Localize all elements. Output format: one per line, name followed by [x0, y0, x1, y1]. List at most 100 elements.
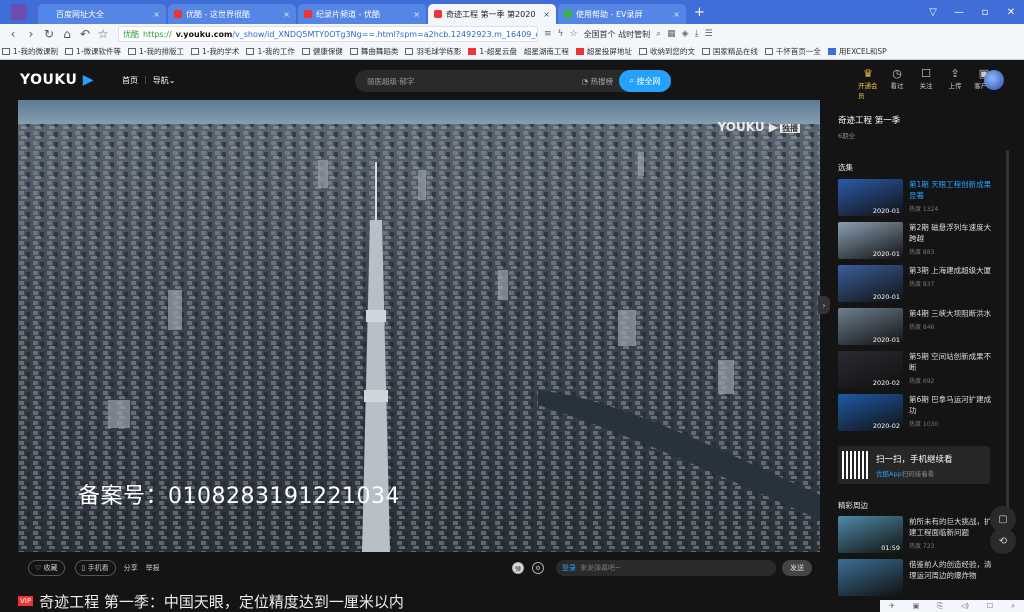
close-tab-icon[interactable]: ×	[413, 10, 420, 19]
bookmark-item[interactable]: 1-我的工作	[246, 46, 295, 57]
nav-separator: |	[144, 74, 147, 84]
danmu-toggle-icon[interactable]: 弹	[512, 562, 524, 574]
window-icon[interactable]: ☐	[987, 602, 993, 610]
refresh-float-button[interactable]: ⟲	[990, 528, 1016, 554]
danmu-send-button[interactable]: 发送	[782, 560, 812, 576]
danmu-input[interactable]: 登录 来发弹幕吧~	[556, 560, 776, 576]
favorite-icon[interactable]: ☆	[569, 29, 577, 39]
show-title[interactable]: 奇迹工程 第一季	[838, 114, 1006, 126]
episode-item[interactable]: 2020-01 第3期 上海建成超级大厦 热度 837	[838, 265, 1006, 302]
search-input[interactable]: 丽医超级·郁字	[367, 76, 414, 87]
episode-thumbnail	[838, 559, 903, 596]
screenshot-icon[interactable]: ▣	[913, 602, 920, 610]
episode-item[interactable]: 2020-02 第5期 空间站创新成果不断 热度 692	[838, 351, 1006, 388]
browser-profile-button[interactable]	[0, 0, 38, 24]
folder-icon	[2, 48, 10, 55]
bookmark-item[interactable]: 收纳到您的文	[638, 46, 695, 57]
upload-button[interactable]: ⇪ 上传	[945, 67, 965, 100]
clip-icon[interactable]: ⎘	[937, 602, 943, 611]
bookmark-item[interactable]: 1-微课软件等	[64, 46, 121, 57]
menu-icon[interactable]: ☰	[705, 29, 713, 39]
star-icon[interactable]: ☆	[94, 27, 112, 41]
youku-logo[interactable]: YOUKU ▶	[20, 72, 94, 88]
tab-ev-help[interactable]: 使用帮助 - EV录屏 ×	[558, 4, 686, 24]
vip-button[interactable]: ♛ 开通会员	[858, 67, 878, 100]
episode-item[interactable]: 2020-02 第6期 巴拿马运河扩建成功 热度 1030	[838, 394, 1006, 431]
new-tab-button[interactable]: +	[688, 4, 711, 24]
undo-icon[interactable]: ↶	[76, 27, 94, 41]
episode-date: 2020-01	[872, 207, 900, 215]
close-tab-icon[interactable]: ×	[673, 10, 680, 19]
nav-menu[interactable]: 导航⌄	[153, 75, 176, 86]
episode-item[interactable]: 借鉴前人的创造经验，清理运河周边的爆炸物	[838, 559, 1006, 596]
bookmark-item[interactable]: 千怀首页一全	[764, 46, 821, 57]
back-icon[interactable]: ‹	[4, 27, 22, 41]
forward-icon[interactable]: ›	[22, 27, 40, 41]
episode-name: 第3期 上海建成超级大厦	[909, 266, 992, 275]
close-window-button[interactable]: ✕	[998, 7, 1024, 18]
download-icon[interactable]: ⤓	[695, 29, 699, 39]
episode-item[interactable]: 01:59 前所未有的巨大挑战，扩建工程面临新问题 热度 723	[838, 516, 1006, 553]
hot-search-link[interactable]: ◔ 热搜榜	[582, 76, 613, 87]
episode-info: 第6期 巴拿马运河扩建成功 热度 1030	[909, 394, 995, 431]
qr-title: 扫一扫，手机继续看	[876, 454, 953, 465]
user-avatar[interactable]	[984, 70, 1004, 90]
close-tab-icon[interactable]: ×	[543, 10, 550, 19]
bookmark-item[interactable]: 健康保健	[301, 46, 343, 57]
home-icon[interactable]: ⌂	[58, 27, 76, 41]
danmu-login-link[interactable]: 登录	[562, 563, 576, 573]
collect-button[interactable]: ♡ 收藏	[28, 560, 65, 576]
episode-item[interactable]: 2020-01 第1期 天眼工程创新成果显著 热度 1324	[838, 179, 1006, 216]
bookmark-item[interactable]: 用EXCEL和SP	[827, 46, 887, 57]
collapse-sidebar-arrow[interactable]: ›	[818, 296, 830, 314]
close-tab-icon[interactable]: ×	[153, 10, 160, 19]
speed-icon[interactable]: ✈	[889, 602, 895, 610]
bookmark-item[interactable]: 超星投屏地址	[575, 46, 632, 57]
close-tab-icon[interactable]: ×	[283, 10, 290, 19]
search-icon[interactable]: ⌕	[656, 29, 661, 39]
bookmark-item[interactable]: 1-我的排版工	[127, 46, 184, 57]
bookmark-item[interactable]: 1-我的学术	[190, 46, 239, 57]
apps-icon[interactable]: ▦	[667, 29, 676, 39]
browser-tab-bar: 百度网址大全 × 优酷 - 这世界很酷 × 纪录片频道 - 优酷 × 奇迹工程 第一季…	[0, 0, 1024, 24]
tab-documentary[interactable]: 纪录片频道 - 优酷 ×	[298, 4, 426, 24]
bookmark-item[interactable]: 舞曲舞蹈类	[349, 46, 398, 57]
refresh-icon[interactable]: ↻	[40, 27, 58, 41]
tab-baidu[interactable]: 百度网址大全 ×	[38, 4, 166, 24]
skin-icon[interactable]: ▽	[920, 7, 946, 18]
bookmark-item[interactable]: 1-我的微课制	[2, 46, 58, 57]
search-engine-box[interactable]: 全国首个 战时管制	[584, 29, 651, 40]
cast-icon	[575, 48, 584, 55]
danmu-settings-icon[interactable]: ⚙	[532, 562, 544, 574]
bookmark-item[interactable]: 1-超星云盘	[468, 46, 517, 57]
bookmark-item[interactable]: 羽毛球学练影	[405, 46, 461, 57]
report-link[interactable]: 举报	[146, 563, 160, 573]
share-link[interactable]: 分享	[124, 563, 138, 573]
extension-icon[interactable]: ◈	[682, 29, 689, 39]
search-button[interactable]: ⌕ 搜全网	[619, 70, 671, 92]
episode-name: 第5期 空间站创新成果不断	[909, 352, 992, 372]
episode-info: 第4期 三峡大坝阻断洪水 热度 846	[909, 308, 995, 345]
maximize-button[interactable]: ▫	[972, 7, 998, 18]
flash-icon[interactable]: ϟ	[558, 29, 564, 39]
address-bar[interactable]: 优酷 https:// v.youku.com /v_show/id_XNDQ5…	[118, 26, 538, 42]
episode-heat: 热度 1030	[909, 421, 939, 428]
reader-icon[interactable]: ≡	[544, 29, 552, 39]
episode-item[interactable]: 2020-01 第2期 磁悬浮列车速度大跨越 热度 883	[838, 222, 1006, 259]
tab-current-video[interactable]: 奇迹工程 第一季 第2020 ×	[428, 4, 556, 24]
minimize-button[interactable]: —	[946, 7, 972, 18]
excel-icon	[827, 48, 836, 55]
follow-button[interactable]: ☐ 关注	[916, 67, 936, 100]
phone-watch-button[interactable]: ▯ 手机看	[74, 560, 116, 576]
video-player[interactable]: YOUKU ▶ 独播 备案号：0108283191221034	[18, 100, 820, 552]
sound-icon[interactable]: ◁)	[961, 602, 969, 610]
history-button[interactable]: ◷ 看过	[887, 67, 907, 100]
episode-heat: 热度 692	[909, 378, 935, 385]
episode-item[interactable]: 2020-01 第4期 三峡大坝阻断洪水 热度 846	[838, 308, 1006, 345]
nav-home[interactable]: 首页	[122, 75, 138, 86]
tab-youku-home[interactable]: 优酷 - 这世界很酷 ×	[168, 4, 296, 24]
sidebar-scrollbar[interactable]	[1006, 150, 1009, 510]
zoom-icon[interactable]: ⌕	[1011, 602, 1015, 611]
bookmark-item[interactable]: 超星湖南工程	[524, 46, 569, 57]
bookmark-item[interactable]: 国家精品在线	[701, 46, 758, 57]
